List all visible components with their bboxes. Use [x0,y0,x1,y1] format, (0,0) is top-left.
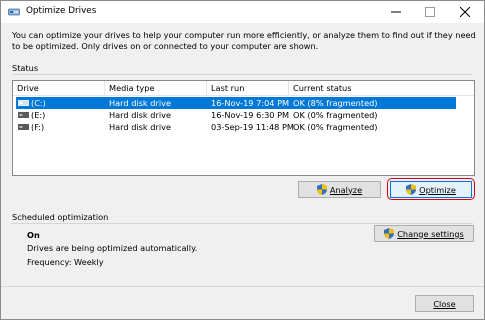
current-status: OK (0% fragmented) [293,110,378,120]
minimize-button[interactable] [379,1,413,23]
status-label: Status [12,63,39,73]
analyze-label: Analyze [329,184,363,195]
drives-list-header: Drive Media type Last run Current status [13,81,474,96]
close-label: Close [433,298,456,309]
drive-icon [18,112,29,118]
column-current-status[interactable]: Current status [289,81,474,96]
media-type: Hard disk drive [109,122,171,132]
close-button[interactable]: Close [415,295,474,312]
last-run: 03-Sep-19 11:48 PM [211,122,294,132]
optimize-label: Optimize [419,184,456,195]
close-icon [460,7,470,17]
column-drive[interactable]: Drive [13,81,105,96]
window-title: Optimize Drives [26,6,97,16]
drive-name: (E:) [31,110,46,120]
drive-icon [18,124,29,130]
drives-list[interactable]: Drive Media type Last run Current status… [12,80,475,176]
uac-shield-icon [384,228,395,239]
drive-icon [18,100,29,106]
defrag-icon [8,8,20,16]
column-last-run[interactable]: Last run [207,81,289,96]
status-divider [12,74,473,75]
drive-row-c[interactable]: (C:) Hard disk drive 16-Nov-19 7:04 PM O… [16,97,456,109]
drive-row-e[interactable]: (E:) Hard disk drive 16-Nov-19 6:30 PM O… [16,109,456,121]
optimize-drives-window: Optimize Drives You can optimize your dr… [0,0,485,320]
close-window-button[interactable] [448,1,482,23]
change-settings-button[interactable]: Change settings [374,225,474,242]
schedule-frequency: Frequency: Weekly [27,257,104,267]
drive-row-f[interactable]: (F:) Hard disk drive 03-Sep-19 11:48 PM … [16,121,456,133]
maximize-button[interactable] [413,1,447,23]
current-status: OK (8% fragmented) [293,98,378,108]
maximize-icon [425,7,435,17]
media-type: Hard disk drive [109,110,171,120]
media-type: Hard disk drive [109,98,171,108]
current-status: OK (0% fragmented) [293,122,378,132]
drive-name: (C:) [31,98,46,108]
minimize-icon [391,11,401,13]
analyze-button[interactable]: Analyze [298,181,381,198]
optimize-button[interactable]: Optimize [390,181,472,198]
scheduled-divider [12,223,473,224]
schedule-description: Drives are being optimized automatically… [27,243,198,253]
schedule-state: On [27,230,40,240]
uac-shield-icon [316,184,327,195]
footer-divider [1,286,484,287]
uac-shield-icon [406,184,417,195]
intro-text: You can optimize your drives to help you… [12,30,476,51]
drive-name: (F:) [31,122,45,132]
title-bar[interactable]: Optimize Drives [1,1,484,23]
column-media-type[interactable]: Media type [105,81,207,96]
scheduled-label: Scheduled optimization [12,212,109,222]
change-settings-label: Change settings [397,228,464,239]
last-run: 16-Nov-19 6:30 PM [211,110,290,120]
last-run: 16-Nov-19 7:04 PM [211,98,290,108]
